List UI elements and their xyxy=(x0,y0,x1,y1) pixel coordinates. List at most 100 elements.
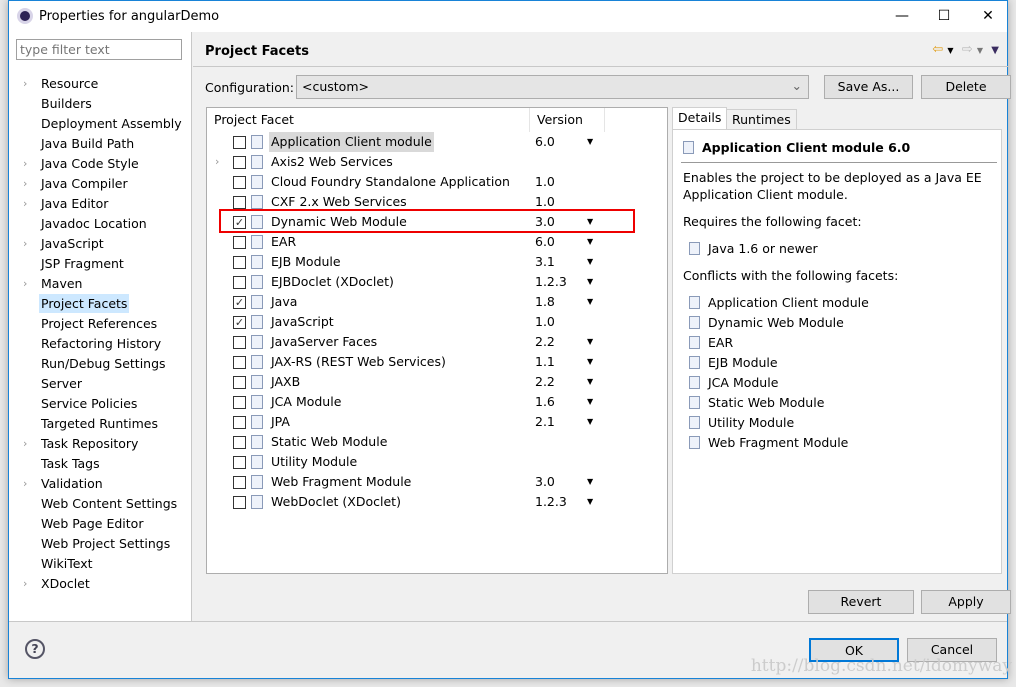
table-row[interactable]: EAR 6.0 ▼ xyxy=(207,232,667,252)
sidebar-item[interactable]: Javadoc Location xyxy=(39,214,149,233)
facet-version[interactable]: 3.0 xyxy=(535,212,555,232)
facet-checkbox[interactable] xyxy=(233,276,246,289)
facet-version[interactable]: 1.8 xyxy=(535,292,555,312)
table-row[interactable]: EJBDoclet (XDoclet) 1.2.3 ▼ xyxy=(207,272,667,292)
version-dropdown-icon[interactable]: ▼ xyxy=(587,212,593,232)
table-row[interactable]: JCA Module 1.6 ▼ xyxy=(207,392,667,412)
expand-chevron-icon[interactable]: › xyxy=(23,574,27,593)
sidebar-item[interactable]: Java Code Style xyxy=(39,154,141,173)
facet-checkbox[interactable] xyxy=(233,236,246,249)
sidebar-item[interactable]: Validation xyxy=(39,474,105,493)
sidebar-item[interactable]: Builders xyxy=(39,94,94,113)
version-dropdown-icon[interactable]: ▼ xyxy=(587,492,593,512)
version-dropdown-icon[interactable]: ▼ xyxy=(587,392,593,412)
sidebar-item[interactable]: Maven xyxy=(39,274,84,293)
close-button[interactable]: ✕ xyxy=(973,5,1003,27)
facet-checkbox[interactable]: ✓ xyxy=(233,296,246,309)
facet-version[interactable]: 1.6 xyxy=(535,392,555,412)
sidebar-item[interactable]: Task Tags xyxy=(39,454,102,473)
version-dropdown-icon[interactable]: ▼ xyxy=(587,132,593,152)
table-row[interactable]: ✓ Java 1.8 ▼ xyxy=(207,292,667,312)
facet-checkbox[interactable] xyxy=(233,176,246,189)
apply-button[interactable]: Apply xyxy=(921,590,1011,614)
column-header-version[interactable]: Version xyxy=(530,108,605,132)
expand-chevron-icon[interactable]: › xyxy=(23,194,27,213)
table-row[interactable]: Utility Module xyxy=(207,452,667,472)
forward-arrow-icon[interactable]: ⇨ xyxy=(962,42,973,57)
facet-checkbox[interactable] xyxy=(233,196,246,209)
sidebar-item[interactable]: Project References xyxy=(39,314,159,333)
facet-version[interactable]: 2.2 xyxy=(535,332,555,352)
version-dropdown-icon[interactable]: ▼ xyxy=(587,472,593,492)
table-row[interactable]: JPA 2.1 ▼ xyxy=(207,412,667,432)
sidebar-item[interactable]: Resource xyxy=(39,74,100,93)
table-row[interactable]: Web Fragment Module 3.0 ▼ xyxy=(207,472,667,492)
facet-version[interactable]: 2.1 xyxy=(535,412,555,432)
expand-chevron-icon[interactable]: › xyxy=(23,274,27,293)
version-dropdown-icon[interactable]: ▼ xyxy=(587,252,593,272)
table-row[interactable]: ✓ JavaScript 1.0 xyxy=(207,312,667,332)
facet-version[interactable]: 6.0 xyxy=(535,232,555,252)
version-dropdown-icon[interactable]: ▼ xyxy=(587,352,593,372)
view-menu-icon[interactable]: ▼ xyxy=(991,45,999,56)
table-row[interactable]: Static Web Module xyxy=(207,432,667,452)
table-row[interactable]: ✓ Dynamic Web Module 3.0 ▼ xyxy=(207,212,667,232)
table-row[interactable]: › Axis2 Web Services xyxy=(207,152,667,172)
expand-chevron-icon[interactable]: › xyxy=(23,474,27,493)
expand-chevron-icon[interactable]: › xyxy=(23,74,27,93)
version-dropdown-icon[interactable]: ▼ xyxy=(587,292,593,312)
facet-checkbox[interactable]: ✓ xyxy=(233,216,246,229)
facet-checkbox[interactable] xyxy=(233,376,246,389)
facet-version[interactable]: 2.2 xyxy=(535,372,555,392)
version-dropdown-icon[interactable]: ▼ xyxy=(587,272,593,292)
sidebar-item[interactable]: Deployment Assembly xyxy=(39,114,184,133)
sidebar-item[interactable]: XDoclet xyxy=(39,574,92,593)
sidebar-item[interactable]: Server xyxy=(39,374,84,393)
table-row[interactable]: WebDoclet (XDoclet) 1.2.3 ▼ xyxy=(207,492,667,512)
facet-checkbox[interactable] xyxy=(233,136,246,149)
expand-chevron-icon[interactable]: › xyxy=(215,152,219,172)
version-dropdown-icon[interactable]: ▼ xyxy=(587,232,593,252)
sidebar-item[interactable]: Java Build Path xyxy=(39,134,136,153)
facet-checkbox[interactable] xyxy=(233,356,246,369)
sidebar-item[interactable]: Task Repository xyxy=(39,434,140,453)
facet-version[interactable]: 1.2.3 xyxy=(535,492,567,512)
facet-version[interactable]: 3.0 xyxy=(535,472,555,492)
forward-dropdown-icon[interactable]: ▼ xyxy=(977,46,983,55)
sidebar-item[interactable]: Java Compiler xyxy=(39,174,130,193)
sidebar-item[interactable]: WikiText xyxy=(39,554,95,573)
configuration-select[interactable]: <custom> ⌄ xyxy=(296,75,809,99)
sidebar-item[interactable]: Targeted Runtimes xyxy=(39,414,160,433)
sidebar-item[interactable]: Service Policies xyxy=(39,394,139,413)
facet-checkbox[interactable]: ✓ xyxy=(233,316,246,329)
facet-checkbox[interactable] xyxy=(233,396,246,409)
maximize-button[interactable]: ☐ xyxy=(929,5,959,27)
minimize-button[interactable]: — xyxy=(887,5,917,27)
facet-checkbox[interactable] xyxy=(233,156,246,169)
facet-checkbox[interactable] xyxy=(233,256,246,269)
table-row[interactable]: Cloud Foundry Standalone Application 1.0 xyxy=(207,172,667,192)
sidebar-item[interactable]: JavaScript xyxy=(39,234,106,253)
facet-checkbox[interactable] xyxy=(233,476,246,489)
table-row[interactable]: JAXB 2.2 ▼ xyxy=(207,372,667,392)
table-row[interactable]: CXF 2.x Web Services 1.0 xyxy=(207,192,667,212)
table-row[interactable]: Application Client module 6.0 ▼ xyxy=(207,132,667,152)
facet-checkbox[interactable] xyxy=(233,496,246,509)
tab-details[interactable]: Details xyxy=(672,107,728,130)
tab-runtimes[interactable]: Runtimes xyxy=(726,109,797,130)
sidebar-item[interactable]: Java Editor xyxy=(39,194,110,213)
table-row[interactable]: JAX-RS (REST Web Services) 1.1 ▼ xyxy=(207,352,667,372)
facet-checkbox[interactable] xyxy=(233,336,246,349)
expand-chevron-icon[interactable]: › xyxy=(23,174,27,193)
facet-checkbox[interactable] xyxy=(233,436,246,449)
version-dropdown-icon[interactable]: ▼ xyxy=(587,332,593,352)
sidebar-item[interactable]: Web Project Settings xyxy=(39,534,172,553)
facet-checkbox[interactable] xyxy=(233,456,246,469)
expand-chevron-icon[interactable]: › xyxy=(23,154,27,173)
help-icon[interactable]: ? xyxy=(25,639,45,659)
facet-version[interactable]: 1.1 xyxy=(535,352,555,372)
version-dropdown-icon[interactable]: ▼ xyxy=(587,372,593,392)
sidebar-item[interactable]: Web Page Editor xyxy=(39,514,145,533)
version-dropdown-icon[interactable]: ▼ xyxy=(587,412,593,432)
revert-button[interactable]: Revert xyxy=(808,590,914,614)
